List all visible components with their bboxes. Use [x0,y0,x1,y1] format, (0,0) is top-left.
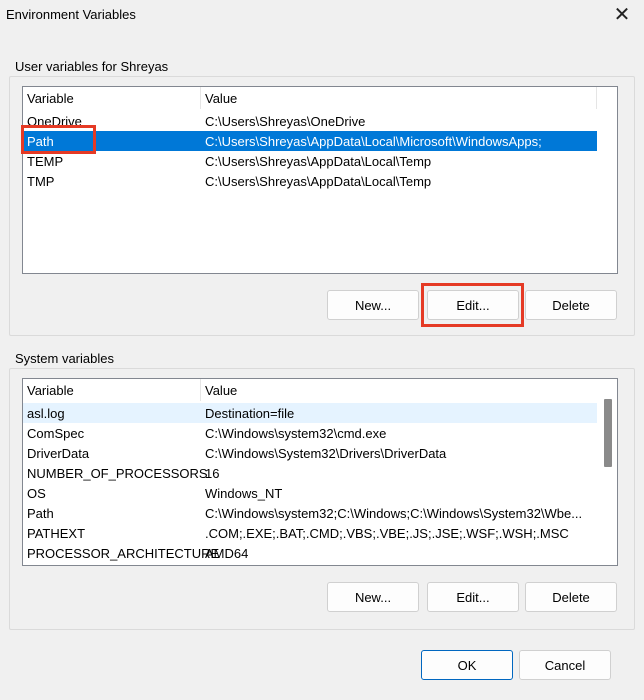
table-row[interactable]: OS Windows_NT [23,483,597,503]
table-row[interactable]: PATHEXT .COM;.EXE;.BAT;.CMD;.VBS;.VBE;.J… [23,523,597,543]
cell-value: C:\Users\Shreyas\AppData\Local\Temp [205,174,432,189]
cell-variable: ComSpec [27,426,85,441]
cell-value: C:\Users\Shreyas\AppData\Local\Temp [205,154,432,169]
cell-variable: asl.log [27,406,65,421]
table-row[interactable]: ComSpec C:\Windows\system32\cmd.exe [23,423,597,443]
column-divider[interactable] [596,87,597,109]
cell-variable: TMP [27,174,55,189]
column-divider[interactable] [200,379,201,401]
column-header-variable[interactable]: Variable [27,91,74,106]
cell-value: C:\Users\Shreyas\OneDrive [205,114,366,129]
window-title: Environment Variables [6,7,136,22]
cell-value: Windows_NT [205,486,283,501]
system-variables-label: System variables [15,351,114,366]
table-row[interactable]: asl.log Destination=file [23,403,597,423]
cell-value: C:\Windows\system32\cmd.exe [205,426,387,441]
cell-variable: Path [27,134,54,149]
cell-variable: TEMP [27,154,64,169]
cell-value: C:\Windows\System32\Drivers\DriverData [205,446,447,461]
table-row[interactable]: NUMBER_OF_PROCESSORS 16 [23,463,597,483]
title-bar: Environment Variables ✕ [0,0,644,28]
user-variables-label: User variables for Shreyas [15,59,169,74]
cell-variable: DriverData [27,446,90,461]
system-variables-list[interactable]: Variable Value asl.log Destination=file … [22,378,618,566]
cell-value: 16 [205,466,220,481]
column-header-value[interactable]: Value [205,383,237,398]
table-row[interactable]: Path C:\Windows\system32;C:\Windows;C:\W… [23,503,597,523]
table-row[interactable]: OneDrive C:\Users\Shreyas\OneDrive [23,111,597,131]
cell-variable: PATHEXT [27,526,86,541]
ok-button[interactable]: OK [421,650,513,680]
system-new-button[interactable]: New... [327,582,419,612]
column-divider[interactable] [200,87,201,109]
user-delete-button[interactable]: Delete [525,290,617,320]
user-new-button[interactable]: New... [327,290,419,320]
cancel-button[interactable]: Cancel [519,650,611,680]
cell-variable: PROCESSOR_ARCHITECTURE [27,546,220,561]
user-variables-list[interactable]: Variable Value OneDrive C:\Users\Shreyas… [22,86,618,274]
cell-value: AMD64 [205,546,249,561]
cell-value: C:\Windows\system32;C:\Windows;C:\Window… [205,506,583,521]
close-icon[interactable]: ✕ [600,0,644,28]
column-header-variable[interactable]: Variable [27,383,74,398]
cell-variable: Path [27,506,54,521]
vertical-scrollbar[interactable] [599,379,617,565]
system-edit-button[interactable]: Edit... [427,582,519,612]
cell-value: C:\Users\Shreyas\AppData\Local\Microsoft… [205,134,542,149]
cell-value: .COM;.EXE;.BAT;.CMD;.VBS;.VBE;.JS;.JSE;.… [205,526,569,541]
column-header-value[interactable]: Value [205,91,237,106]
cell-variable: OS [27,486,46,501]
list-header: Variable Value [23,87,617,109]
cell-variable: OneDrive [27,114,82,129]
cell-value: Destination=file [205,406,295,421]
table-row[interactable]: TMP C:\Users\Shreyas\AppData\Local\Temp [23,171,597,191]
cell-variable: NUMBER_OF_PROCESSORS [27,466,208,481]
user-edit-button[interactable]: Edit... [427,290,519,320]
list-header: Variable Value [23,379,617,401]
system-delete-button[interactable]: Delete [525,582,617,612]
scrollbar-thumb[interactable] [604,399,612,467]
table-row[interactable]: TEMP C:\Users\Shreyas\AppData\Local\Temp [23,151,597,171]
table-row[interactable]: DriverData C:\Windows\System32\Drivers\D… [23,443,597,463]
table-row-selected[interactable]: Path C:\Users\Shreyas\AppData\Local\Micr… [23,131,597,151]
table-row[interactable]: PROCESSOR_ARCHITECTURE AMD64 [23,543,597,563]
